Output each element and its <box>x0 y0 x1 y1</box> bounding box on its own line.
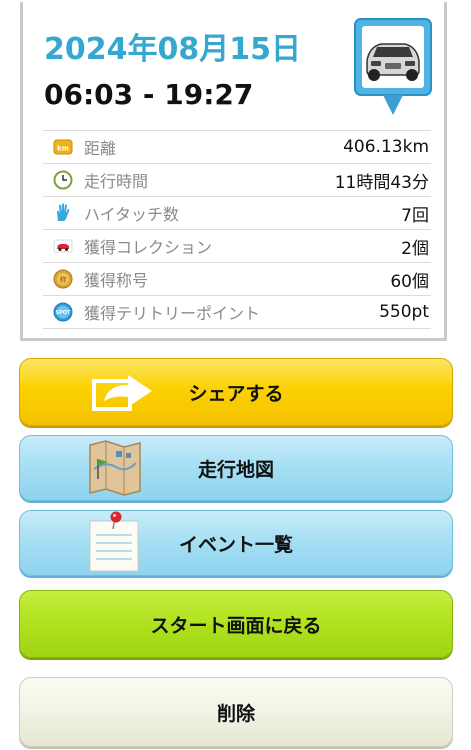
share-arrow-icon <box>92 375 152 411</box>
svg-text:SPOT: SPOT <box>56 310 72 316</box>
stat-value: 550pt <box>379 302 429 322</box>
drive-date: 2024年08月15日 <box>44 32 301 67</box>
back-to-start-button[interactable]: スタート画面に戻る <box>19 590 453 658</box>
stat-label: ハイタッチ数 <box>84 205 180 224</box>
medal-icon: 称 <box>52 268 74 290</box>
stat-value: 406.13km <box>343 137 429 157</box>
stat-label: 獲得コレクション <box>84 238 213 257</box>
drive-map-button[interactable]: 走行地図 <box>19 435 453 501</box>
back-to-start-button-label: スタート画面に戻る <box>150 614 322 637</box>
event-list-button[interactable]: イベント一覧 <box>19 510 453 576</box>
stat-row-distance: km 距離 406.13km <box>43 130 431 163</box>
hand-icon <box>52 202 74 224</box>
stat-label: 距離 <box>84 139 117 158</box>
stat-row-collection: 獲得コレクション 2個 <box>43 229 431 262</box>
share-button[interactable]: シェアする <box>19 358 453 426</box>
svg-text:km: km <box>57 145 69 153</box>
drive-summary-card: 2024年08月15日 06:03 - 19:27 km 距離 406.13km… <box>20 2 447 341</box>
stat-value: 11時間43分 <box>334 172 429 193</box>
stat-row-titles: 称 獲得称号 60個 <box>43 262 431 295</box>
stat-row-high-touch: ハイタッチ数 7回 <box>43 196 431 229</box>
stat-value: 2個 <box>401 238 429 259</box>
share-button-label: シェアする <box>188 382 284 405</box>
delete-button[interactable]: 削除 <box>19 677 453 747</box>
stat-label: 走行時間 <box>84 172 149 191</box>
stat-label: 獲得テリトリーポイント <box>84 304 261 323</box>
memo-pin-icon <box>89 511 139 572</box>
stat-row-territory: SPOT 獲得テリトリーポイント 550pt <box>43 295 431 329</box>
delete-button-label: 削除 <box>216 702 255 725</box>
stat-value: 7回 <box>401 205 429 226</box>
stat-row-drive-time: 走行時間 11時間43分 <box>43 163 431 196</box>
svg-text:称: 称 <box>60 275 67 284</box>
stat-value: 60個 <box>390 271 429 292</box>
stat-label: 獲得称号 <box>84 271 149 290</box>
event-list-button-label: イベント一覧 <box>178 533 293 556</box>
car-collection-icon <box>52 235 74 257</box>
car-avatar-pin-icon <box>354 18 432 115</box>
km-icon: km <box>52 136 74 158</box>
drive-time-range: 06:03 - 19:27 <box>44 78 254 111</box>
clock-icon <box>52 169 74 191</box>
stats-list: km 距離 406.13km 走行時間 11時間43分 ハイタッチ数 7回 獲得… <box>43 130 431 329</box>
spot-icon: SPOT <box>52 301 74 323</box>
map-icon <box>89 440 141 496</box>
drive-map-button-label: 走行地図 <box>197 458 274 481</box>
